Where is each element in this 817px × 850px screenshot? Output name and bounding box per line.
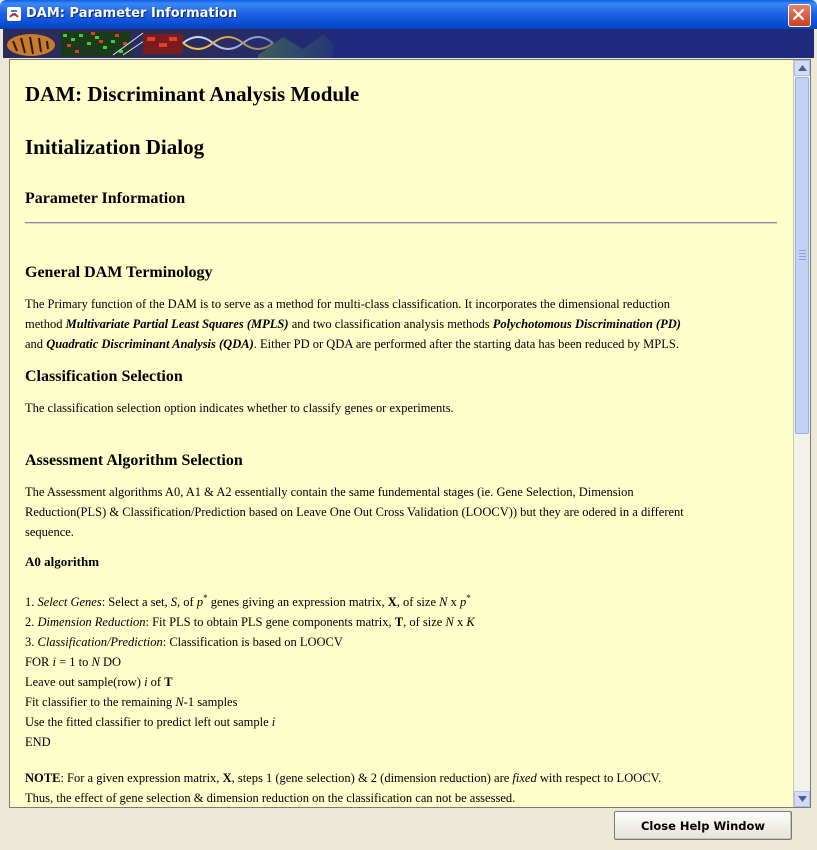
a0-heading: A0 algorithm — [25, 554, 100, 569]
qda-term: Quadratic Discriminant Analysis (QDA) — [46, 337, 254, 351]
close-window-button[interactable] — [788, 4, 811, 27]
horizontal-rule — [25, 222, 777, 224]
assessment-paragraph: The Assessment algorithms A0, A1 & A2 es… — [25, 482, 777, 542]
arrow-up-icon — [798, 65, 807, 71]
a0-steps: 1. Select Genes: Select a set, S, of p* … — [25, 588, 777, 752]
a0-fit-line: Fit classifier to the remaining N-1 samp… — [25, 695, 238, 710]
help-window: DAM: Parameter Information DAM: Discrimi… — [0, 0, 817, 850]
a0-end-line: END — [25, 735, 51, 750]
help-content-frame: DAM: Discriminant Analysis Module Initia… — [9, 59, 811, 808]
terminology-paragraph: The Primary function of the DAM is to se… — [25, 294, 777, 354]
assessment-line-3: sequence. — [25, 525, 74, 539]
mpls-term: Multivariate Partial Least Squares (MPLS… — [65, 317, 289, 331]
title-bar[interactable]: DAM: Parameter Information — [0, 0, 817, 29]
classification-paragraph: The classification selection option indi… — [25, 401, 454, 415]
window-title: DAM: Parameter Information — [26, 6, 238, 21]
assessment-line-1: The Assessment algorithms A0, A1 & A2 es… — [25, 485, 634, 499]
assessment-heading: Assessment Algorithm Selection — [25, 452, 243, 469]
a0-leave-line: Leave out sample(row) i of T — [25, 675, 173, 690]
help-content-viewport[interactable]: DAM: Discriminant Analysis Module Initia… — [10, 60, 793, 807]
classification-heading: Classification Selection — [25, 368, 183, 385]
scroll-up-button[interactable] — [794, 60, 810, 76]
doc-title: DAM: Discriminant Analysis Module — [25, 82, 360, 106]
a0-step-2: 2. Dimension Reduction: Fit PLS to obtai… — [25, 615, 475, 630]
close-icon — [792, 8, 805, 21]
terminology-line-3: and Quadratic Discriminant Analysis (QDA… — [25, 337, 679, 351]
vertical-scrollbar[interactable] — [793, 60, 810, 807]
note-paragraph: NOTE: For a given expression matrix, X, … — [25, 768, 777, 807]
banner-fade — [203, 29, 814, 58]
header-banner-image — [3, 29, 814, 58]
close-help-window-button[interactable]: Close Help Window — [614, 811, 792, 840]
a0-use-line: Use the fitted classifier to predict lef… — [25, 715, 276, 730]
a0-step-3: 3. Classification/Prediction: Classifica… — [25, 635, 343, 650]
java-app-icon — [7, 7, 21, 21]
a0-step-1: 1. Select Genes: Select a set, S, of p* … — [25, 593, 471, 610]
terminology-line-1: The Primary function of the DAM is to se… — [25, 297, 670, 311]
scrollbar-thumb[interactable] — [795, 77, 809, 434]
doc-subtitle: Initialization Dialog — [25, 135, 205, 159]
arrow-down-icon — [798, 796, 807, 802]
scroll-down-button[interactable] — [794, 791, 810, 807]
section-title: Parameter Information — [25, 190, 186, 207]
terminology-line-2: method Multivariate Partial Least Square… — [25, 317, 681, 331]
note-line-2: Thus, the effect of gene selection & dim… — [25, 791, 516, 805]
pd-term: Polychotomous Discrimination (PD) — [492, 317, 681, 331]
terminology-heading: General DAM Terminology — [25, 264, 213, 281]
note-line-1: NOTE: For a given expression matrix, X, … — [25, 771, 662, 785]
a0-for-line: FOR i = 1 to N DO — [25, 655, 121, 670]
assessment-line-2: Reduction(PLS) & Classification/Predicti… — [25, 505, 684, 519]
